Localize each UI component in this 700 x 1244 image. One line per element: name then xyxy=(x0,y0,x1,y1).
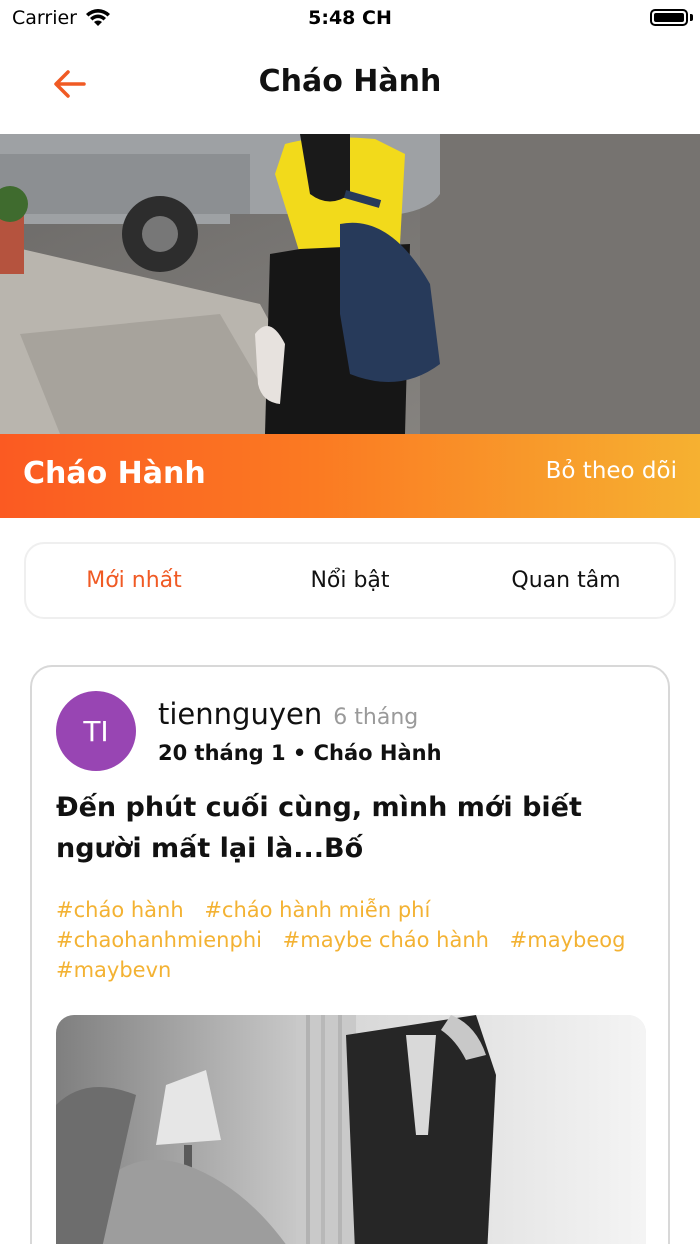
unfollow-button[interactable]: Bỏ theo dõi xyxy=(546,458,677,484)
page-title: Cháo Hành xyxy=(258,64,442,99)
tag[interactable]: #maybeog xyxy=(510,925,626,955)
tab-featured[interactable]: Nổi bật xyxy=(242,568,458,593)
author-name[interactable]: tiennguyen xyxy=(158,697,322,731)
post-title[interactable]: Đến phút cuối cùng, mình mới biết người … xyxy=(56,787,646,869)
battery-tip xyxy=(690,14,693,21)
channel-banner: Cháo Hành Bỏ theo dõi xyxy=(0,434,700,518)
nav-header: Cháo Hành xyxy=(0,36,700,134)
clock: 5:48 CH xyxy=(308,7,392,29)
tab-interest[interactable]: Quan tâm xyxy=(458,568,674,593)
tag[interactable]: #chaohanhmienphi xyxy=(56,925,262,955)
post-image[interactable] xyxy=(56,1015,646,1244)
feed-tabs: Mới nhất Nổi bật Quan tâm xyxy=(24,542,676,619)
tag[interactable]: #cháo hành xyxy=(56,895,184,925)
cover-image xyxy=(0,134,700,434)
tag[interactable]: #cháo hành miễn phí xyxy=(204,895,430,925)
channel-name: Cháo Hành xyxy=(23,456,206,491)
post-meta: 20 tháng 1 • Cháo Hành xyxy=(158,741,442,765)
post-card[interactable]: TI tiennguyen 6 tháng 20 tháng 1 • Cháo … xyxy=(30,665,670,1244)
tag[interactable]: #maybevn xyxy=(56,955,171,985)
tag[interactable]: #maybe cháo hành xyxy=(283,925,489,955)
post-time-ago: 6 tháng xyxy=(333,705,419,730)
battery-icon xyxy=(650,9,688,26)
avatar[interactable]: TI xyxy=(56,691,136,771)
post-tags: #cháo hành #cháo hành miễn phí #chaohanh… xyxy=(56,895,656,985)
author-line: tiennguyen 6 tháng xyxy=(158,697,418,731)
status-bar: Carrier 5:48 CH xyxy=(0,0,700,36)
tab-newest[interactable]: Mới nhất xyxy=(26,568,242,593)
